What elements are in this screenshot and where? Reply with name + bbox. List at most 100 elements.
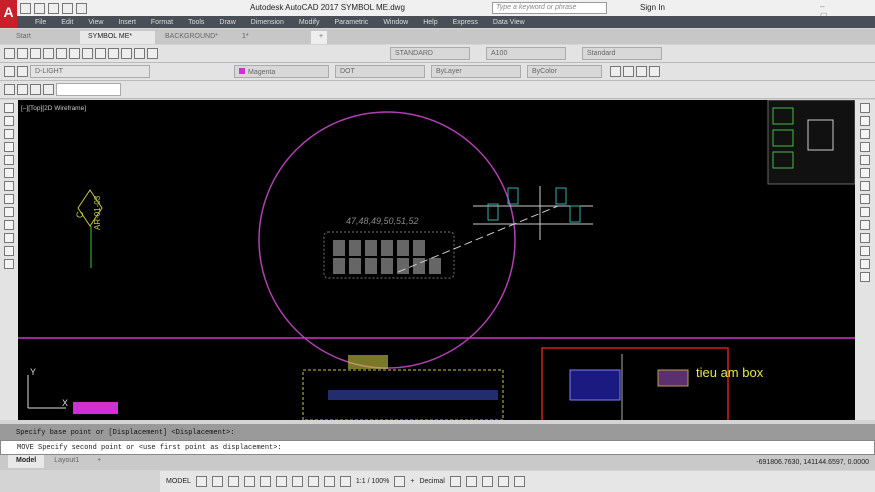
menu-express[interactable]: Express	[453, 19, 478, 26]
save-icon[interactable]	[48, 3, 59, 14]
mirror-icon[interactable]	[860, 129, 870, 139]
drawing-canvas[interactable]: [–][Top][2D Wireframe] C AR-01-03 47,48,…	[18, 100, 855, 420]
plus-icon[interactable]: +	[410, 478, 414, 485]
menu-data-view[interactable]: Data View	[493, 19, 525, 26]
table-icon[interactable]	[4, 246, 14, 256]
rectangle-icon[interactable]	[4, 155, 14, 165]
osnap-icon[interactable]	[259, 476, 271, 487]
rotate-icon[interactable]	[860, 181, 870, 191]
gradient-icon[interactable]	[4, 220, 14, 230]
lightbulb-icon[interactable]	[17, 66, 28, 77]
spline-icon[interactable]	[4, 168, 14, 178]
grid-icon[interactable]	[195, 476, 207, 487]
ellipse-icon[interactable]	[4, 181, 14, 191]
break-icon[interactable]	[860, 246, 870, 256]
dimension-icon[interactable]	[610, 66, 621, 77]
dim-aligned-icon[interactable]	[623, 66, 634, 77]
annotation-icon[interactable]	[339, 476, 351, 487]
text-icon[interactable]	[4, 48, 15, 59]
selection-cycling-icon[interactable]	[323, 476, 335, 487]
ortho-icon[interactable]	[227, 476, 239, 487]
view-icon[interactable]	[30, 84, 41, 95]
offset-icon[interactable]	[860, 142, 870, 152]
dim-style-dropdown[interactable]: A100	[486, 47, 566, 60]
dim-angle-icon[interactable]	[649, 66, 660, 77]
save-icon[interactable]	[56, 48, 67, 59]
extend-icon[interactable]	[860, 233, 870, 243]
undo-icon[interactable]	[76, 3, 87, 14]
menu-draw[interactable]: Draw	[219, 19, 235, 26]
tab-background[interactable]: BACKGROUND*	[157, 31, 232, 44]
new-tab-button[interactable]: +	[311, 31, 327, 44]
transparency-icon[interactable]	[307, 476, 319, 487]
pan-icon[interactable]	[121, 48, 132, 59]
region-icon[interactable]	[4, 233, 14, 243]
menu-view[interactable]: View	[88, 19, 103, 26]
arc-icon[interactable]	[4, 129, 14, 139]
trim-icon[interactable]	[860, 220, 870, 230]
fillet-icon[interactable]	[860, 259, 870, 269]
text-style-dropdown[interactable]: STANDARD	[390, 47, 470, 60]
hatch-icon[interactable]	[4, 207, 14, 217]
menu-dimension[interactable]: Dimension	[251, 19, 284, 26]
tab-layout1[interactable]: Layout1	[46, 455, 87, 468]
new-icon[interactable]	[20, 3, 31, 14]
erase-icon[interactable]	[860, 103, 870, 113]
move-icon[interactable]	[860, 168, 870, 178]
circle-icon[interactable]	[4, 142, 14, 152]
paste-icon[interactable]	[108, 48, 119, 59]
add-layout-button[interactable]: +	[89, 455, 109, 468]
menu-edit[interactable]: Edit	[61, 19, 73, 26]
workspace-switch-icon[interactable]	[394, 476, 406, 487]
properties-icon[interactable]	[147, 48, 158, 59]
menu-file[interactable]: File	[35, 19, 46, 26]
open-icon[interactable]	[34, 3, 45, 14]
units-dropdown[interactable]: Decimal	[419, 478, 444, 485]
array-icon[interactable]	[860, 155, 870, 165]
search-input[interactable]: Type a keyword or phrase	[492, 2, 607, 14]
lineweight-dropdown[interactable]: ByLayer	[431, 65, 521, 78]
annotation-scale[interactable]: 1:1 / 100%	[356, 478, 389, 485]
copy-icon[interactable]	[860, 116, 870, 126]
render-icon[interactable]	[43, 84, 54, 95]
layer-dropdown[interactable]: D-LIGHT	[30, 65, 150, 78]
menu-help[interactable]: Help	[423, 19, 437, 26]
scale-icon[interactable]	[860, 194, 870, 204]
zoom-icon[interactable]	[134, 48, 145, 59]
lineweight-icon[interactable]	[291, 476, 303, 487]
open-icon[interactable]	[43, 48, 54, 59]
quick-properties-icon[interactable]	[449, 476, 461, 487]
tab-model[interactable]: Model	[8, 455, 45, 468]
workspace-icon[interactable]	[4, 84, 15, 95]
menu-parametric[interactable]: Parametric	[334, 19, 368, 26]
customize-icon[interactable]	[513, 476, 525, 487]
menu-insert[interactable]: Insert	[118, 19, 136, 26]
otrack-icon[interactable]	[275, 476, 287, 487]
clean-screen-icon[interactable]	[497, 476, 509, 487]
command-line-input[interactable]: MOVE Specify second point or <use first …	[0, 440, 875, 455]
ucs-icon[interactable]	[17, 84, 28, 95]
plotstyle-dropdown[interactable]: ByColor	[527, 65, 602, 78]
workspace-dropdown[interactable]	[56, 83, 121, 96]
polyline-icon[interactable]	[4, 116, 14, 126]
hardware-acceleration-icon[interactable]	[481, 476, 493, 487]
menu-modify[interactable]: Modify	[299, 19, 320, 26]
dim-radius-icon[interactable]	[636, 66, 647, 77]
print-icon[interactable]	[62, 3, 73, 14]
snap-icon[interactable]	[211, 476, 223, 487]
mtext-icon[interactable]	[4, 259, 14, 269]
copy-icon[interactable]	[95, 48, 106, 59]
color-dropdown[interactable]: Magenta	[234, 65, 329, 78]
menu-window[interactable]: Window	[383, 19, 408, 26]
isolate-icon[interactable]	[465, 476, 477, 487]
line-icon[interactable]	[4, 103, 14, 113]
block-icon[interactable]	[4, 194, 14, 204]
mtext-icon[interactable]	[17, 48, 28, 59]
app-menu-button[interactable]: A	[0, 0, 17, 28]
tab-symbol-me[interactable]: SYMBOL ME*	[80, 31, 155, 44]
polar-icon[interactable]	[243, 476, 255, 487]
menu-tools[interactable]: Tools	[188, 19, 204, 26]
explode-icon[interactable]	[860, 272, 870, 282]
new-icon[interactable]	[30, 48, 41, 59]
cut-icon[interactable]	[82, 48, 93, 59]
